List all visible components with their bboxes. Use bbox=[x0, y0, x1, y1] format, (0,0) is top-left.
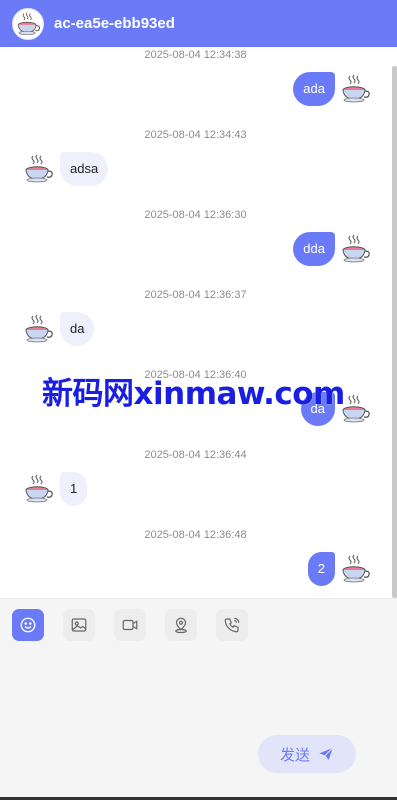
message-timestamp: 2025-08-04 12:34:38 bbox=[144, 49, 247, 61]
message-scrollbar[interactable] bbox=[392, 66, 397, 598]
teacup-icon[interactable] bbox=[22, 313, 54, 345]
teacup-icon[interactable] bbox=[22, 153, 54, 185]
teacup-icon[interactable] bbox=[339, 393, 371, 425]
video-icon[interactable] bbox=[114, 609, 146, 641]
message-timestamp: 2025-08-04 12:36:40 bbox=[144, 369, 247, 381]
teacup-icon[interactable] bbox=[339, 73, 371, 105]
message-bubble[interactable]: da bbox=[300, 392, 335, 426]
composer-panel: 发送 bbox=[0, 598, 397, 797]
teacup-icon[interactable] bbox=[339, 233, 371, 265]
message-timestamp: 2025-08-04 12:36:37 bbox=[144, 289, 247, 301]
phone-icon[interactable] bbox=[216, 609, 248, 641]
send-icon bbox=[319, 747, 334, 760]
message-timestamp: 2025-08-04 12:36:30 bbox=[144, 209, 247, 221]
image-icon[interactable] bbox=[63, 609, 95, 641]
composer-toolbar bbox=[12, 609, 267, 641]
message-incoming: adsa bbox=[22, 152, 109, 186]
teacup-icon[interactable] bbox=[22, 473, 54, 505]
teacup-icon[interactable] bbox=[339, 553, 371, 585]
chat-header: ac-ea5e-ebb93ed bbox=[0, 0, 397, 47]
message-bubble[interactable]: ada bbox=[293, 72, 335, 106]
message-outgoing: da bbox=[300, 392, 371, 426]
message-outgoing: 2 bbox=[307, 552, 371, 586]
message-list[interactable]: 2025-08-04 12:34:38 ada 2025-08-04 12:34… bbox=[0, 47, 391, 598]
location-icon[interactable] bbox=[165, 609, 197, 641]
message-bubble[interactable]: dda bbox=[293, 232, 335, 266]
message-incoming: 1 bbox=[22, 472, 88, 506]
teacup-icon[interactable] bbox=[12, 7, 44, 40]
message-incoming: da bbox=[22, 312, 95, 346]
message-timestamp: 2025-08-04 12:36:48 bbox=[144, 529, 247, 541]
chat-title: ac-ea5e-ebb93ed bbox=[54, 15, 175, 32]
send-button[interactable]: 发送 bbox=[258, 735, 356, 773]
message-timestamp: 2025-08-04 12:34:43 bbox=[144, 129, 247, 141]
emoji-icon[interactable] bbox=[12, 609, 44, 641]
message-bubble[interactable]: adsa bbox=[60, 152, 109, 186]
message-bubble[interactable]: da bbox=[60, 312, 95, 346]
send-button-label: 发送 bbox=[279, 746, 310, 764]
message-bubble[interactable]: 1 bbox=[60, 472, 88, 506]
message-bubble[interactable]: 2 bbox=[307, 552, 335, 586]
message-outgoing: dda bbox=[293, 232, 371, 266]
message-timestamp: 2025-08-04 12:36:44 bbox=[144, 449, 247, 461]
message-outgoing: ada bbox=[293, 72, 371, 106]
